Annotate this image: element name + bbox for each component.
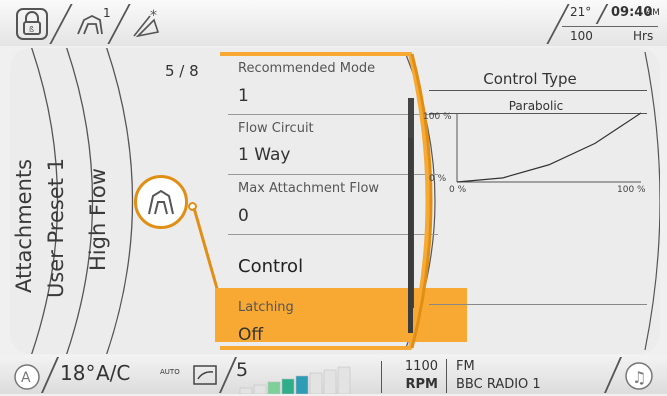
fan-airflow-icon[interactable] bbox=[191, 363, 219, 387]
fan-speed-bar[interactable] bbox=[230, 365, 380, 394]
control-type-panel: Control Type Parabolic 100 % 0 % 0 % 100 % bbox=[415, 48, 655, 354]
auto-climate-icon[interactable]: A bbox=[12, 362, 42, 392]
grapple-icon[interactable] bbox=[134, 175, 188, 229]
outside-temperature: 21° bbox=[570, 5, 592, 19]
radio-band: FM bbox=[456, 359, 475, 374]
control-curve-chart: 100 % 0 %0 % 100 % bbox=[423, 112, 646, 195]
tab-attachments[interactable]: Attachments bbox=[12, 159, 36, 293]
series-line bbox=[456, 112, 642, 183]
wiper-icon[interactable]: * bbox=[128, 6, 168, 42]
rpm-value: 1100 bbox=[404, 359, 438, 374]
top-status-bar: ß 1 * 21° 09:40 AM 100 Hrs bbox=[0, 0, 667, 46]
svg-text:♫: ♫ bbox=[632, 368, 646, 387]
tab-high-flow[interactable]: High Flow bbox=[86, 168, 110, 271]
tab-user-preset[interactable]: User Preset 1 bbox=[44, 158, 68, 298]
hours-value: 100 bbox=[570, 29, 593, 43]
scrollbar[interactable] bbox=[408, 138, 413, 333]
music-note-icon[interactable]: ♫ bbox=[624, 361, 654, 391]
fan-bar-segment bbox=[281, 378, 295, 394]
y-tick-label: 100 % bbox=[423, 112, 452, 122]
fan-bar-segment bbox=[253, 384, 267, 394]
auto-label: AUTO bbox=[160, 368, 180, 376]
fan-bar-segment bbox=[309, 372, 323, 394]
attachment-number: 1 bbox=[103, 6, 111, 20]
fan-bar-segment bbox=[337, 366, 351, 394]
rpm-unit: RPM bbox=[405, 377, 438, 392]
main-panel: Attachments User Preset 1 High Flow 5 / … bbox=[10, 48, 660, 354]
ac-label[interactable]: A/C bbox=[96, 361, 130, 385]
cabin-temperature: 18° bbox=[60, 361, 96, 385]
bottom-status-bar: A 18° A/C AUTO 5 1100 RPM FM BBC RADIO 1… bbox=[0, 355, 667, 394]
x-tick-label: 0 % bbox=[449, 185, 467, 195]
fan-bar-segment bbox=[267, 381, 281, 394]
hours-unit: Hrs bbox=[633, 29, 654, 43]
svg-text:*: * bbox=[150, 8, 157, 24]
fan-bar-segment bbox=[323, 369, 337, 394]
radio-station[interactable]: BBC RADIO 1 bbox=[456, 377, 541, 392]
y-tick-label: 0 % bbox=[429, 174, 447, 184]
clock-ampm: AM bbox=[646, 8, 660, 18]
svg-text:ß: ß bbox=[29, 25, 34, 34]
page-counter: 5 / 8 bbox=[165, 62, 199, 80]
fan-bar-segment bbox=[239, 387, 253, 394]
fan-bar-segment bbox=[295, 375, 309, 394]
lock-icon[interactable]: ß bbox=[14, 6, 54, 42]
control-type-title: Control Type bbox=[483, 70, 577, 88]
x-tick-label: 100 % bbox=[617, 185, 646, 195]
svg-text:A: A bbox=[21, 370, 31, 386]
